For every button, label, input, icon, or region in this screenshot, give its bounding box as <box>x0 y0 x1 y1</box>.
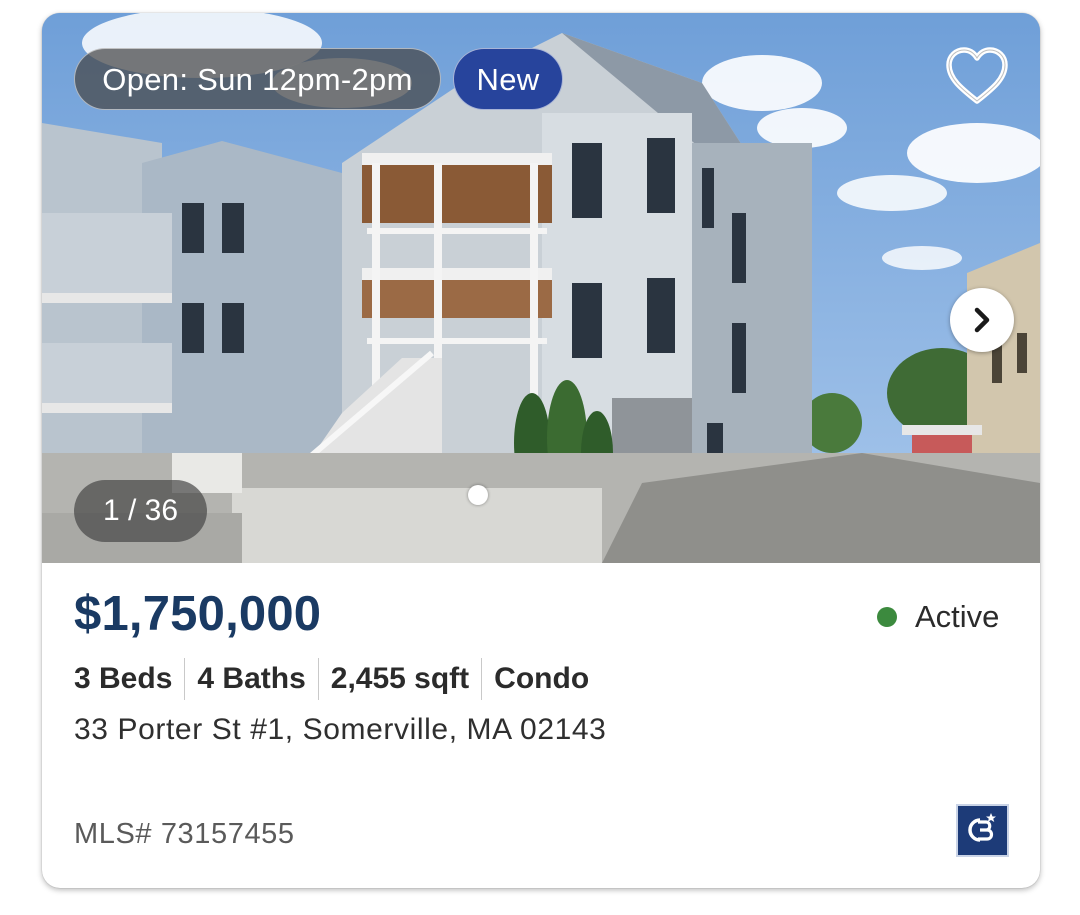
listing-price: $1,750,000 <box>74 587 322 641</box>
mls-number: MLS# 73157455 <box>74 818 295 850</box>
open-house-badge: Open: Sun 12pm-2pm <box>74 48 441 110</box>
listing-status: Active <box>877 597 999 637</box>
listing-specs: 3 Beds 4 Baths 2,455 sqft Condo <box>74 658 601 700</box>
status-label: Active <box>915 599 1000 634</box>
new-listing-badge: New <box>453 48 563 110</box>
listing-photo[interactable]: Open: Sun 12pm-2pm New 1 / 36 <box>42 13 1040 563</box>
listing-address[interactable]: 33 Porter St #1, Somerville, MA 02143 <box>74 713 606 747</box>
beds-count: 3 Beds <box>74 662 173 695</box>
next-photo-button[interactable] <box>950 288 1014 352</box>
property-type: Condo <box>481 658 601 700</box>
photo-counter: 1 / 36 <box>74 480 207 542</box>
chevron-right-icon <box>974 307 990 333</box>
status-dot-icon <box>877 607 897 627</box>
square-footage: 2,455 sqft <box>317 658 481 700</box>
listing-card[interactable]: Open: Sun 12pm-2pm New 1 / 36 $1,750,000… <box>42 13 1040 888</box>
favorite-button[interactable] <box>942 43 1012 109</box>
heart-outline-icon <box>946 47 1008 104</box>
baths-count: 4 Baths <box>184 658 317 700</box>
coldwell-banker-logo <box>956 804 1009 857</box>
carousel-indicator-dot <box>468 485 488 505</box>
